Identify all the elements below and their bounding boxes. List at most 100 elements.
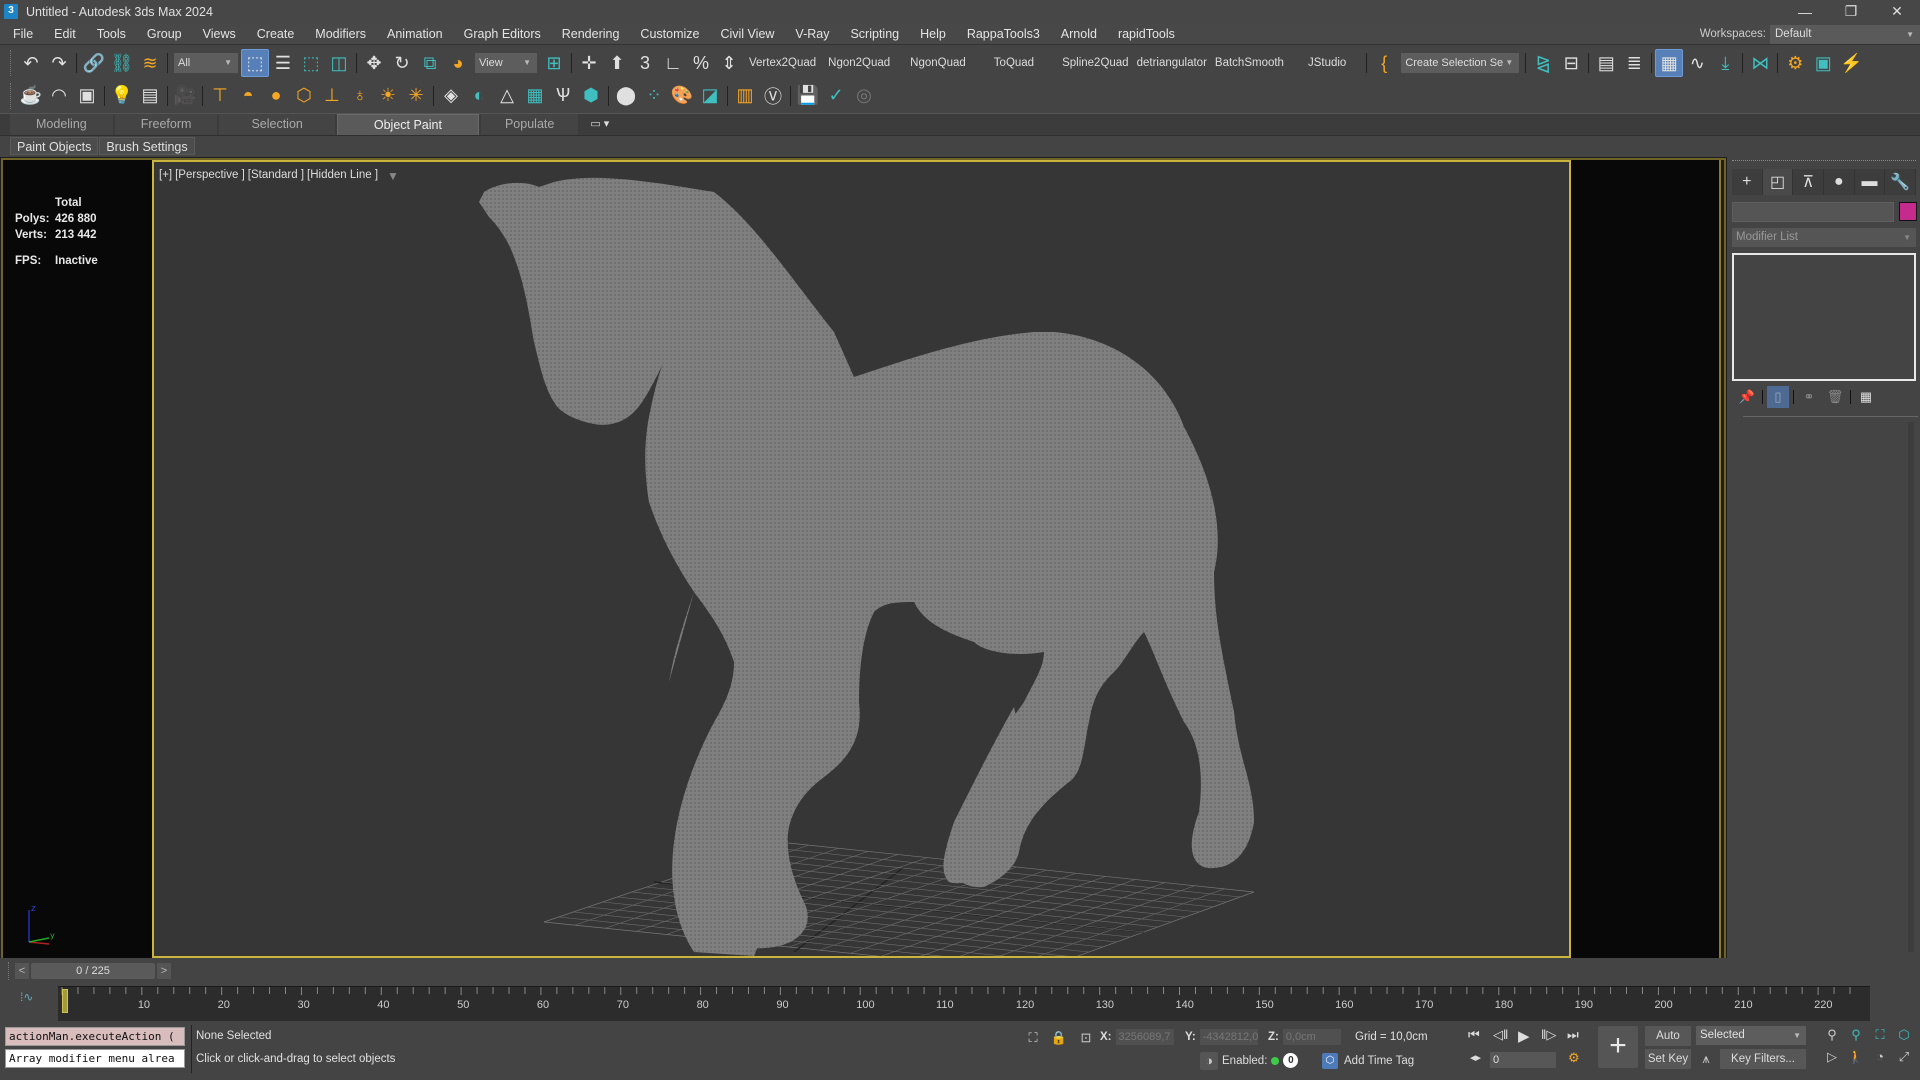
sphere-light-icon[interactable]: ● [262,82,290,110]
maximize-viewport-icon[interactable]: ⤢ [1892,1048,1916,1066]
default-in-out-tangents-icon[interactable]: ⩚ [1697,1050,1715,1068]
toggle-ribbon-icon[interactable]: ▦ [1655,49,1684,77]
key-mode-toggle-icon[interactable]: ◂▸ [1470,1051,1481,1064]
zoom-icon[interactable]: ⚲ [1820,1026,1844,1044]
jstudio-button[interactable]: JStudio [1302,57,1352,69]
vray-sphere-fade-icon[interactable]: ◐ [465,82,493,110]
time-slider[interactable]: 0 / 225 [31,963,155,979]
hierarchy-tab-icon[interactable]: ⊼ [1793,169,1825,195]
vray-plane-icon[interactable]: △ [493,82,521,110]
modifier-stack[interactable] [1732,253,1916,381]
utilities-tab-icon[interactable]: 🔧 [1885,169,1917,195]
dope-sheet-icon[interactable]: ⤓ [1711,49,1739,77]
ngonquad-button[interactable]: NgonQuad [904,57,972,69]
y-coordinate-field[interactable]: -4342812,0 [1199,1029,1258,1045]
isolate-selection-icon[interactable]: ⛶ [1024,1029,1042,1047]
x-coordinate-field[interactable]: 3256089,7 [1115,1029,1174,1045]
filter-icon[interactable]: ▼ [387,169,399,183]
rendered-frame-window-icon[interactable]: ▣ [1809,49,1837,77]
prev-frame-button[interactable]: < [15,963,29,979]
edit-named-selection-icon[interactable]: { [1370,49,1398,77]
zoom-extents-all-icon[interactable]: ⬡ [1892,1026,1916,1044]
ngon2quad-button[interactable]: Ngon2Quad [822,57,896,69]
menu-rapidtools[interactable]: rapidTools [1107,23,1185,45]
absolute-offset-mode-icon[interactable]: ⊡ [1077,1029,1095,1047]
menu-customize[interactable]: Customize [629,23,709,45]
modifier-list-dropdown[interactable]: Modifier List ▼ [1732,228,1916,247]
menu-help[interactable]: Help [909,23,956,45]
close-button[interactable]: ✕ [1874,0,1920,23]
adaptive-degradation-icon[interactable]: ◑ [1200,1052,1218,1070]
tab-freeform[interactable]: Freeform [114,114,218,135]
move-icon[interactable]: ✥ [360,49,388,77]
bind-spacewarp-icon[interactable]: ≋ [136,49,164,77]
snap-3d-icon[interactable]: 3 [631,49,659,77]
menu-create[interactable]: Create [246,23,305,45]
viewport-shading-menu[interactable]: [Standard ] [248,169,304,183]
maxscript-listener-output[interactable]: actionMan.executeAction ( [5,1027,185,1046]
check-icon[interactable]: ✓ [822,82,850,110]
unlink-icon[interactable]: ⛓ [108,49,136,77]
link-icon[interactable]: 🔗 [80,49,108,77]
key-mode-dropdown[interactable]: Selected ▼ [1696,1026,1806,1045]
menu-arnold[interactable]: Arnold [1050,23,1107,45]
ambient-light-icon[interactable]: ✳ [402,82,430,110]
window-crossing-icon[interactable]: ◫ [325,49,353,77]
named-selection-dropdown[interactable]: Create Selection Se ▼ [1401,53,1520,73]
zoom-all-icon[interactable]: ⚲ [1844,1026,1868,1044]
mirror-icon[interactable]: ⧎ [1529,49,1557,77]
spinner-snap-icon[interactable]: ⇕ [715,49,743,77]
minimize-button[interactable]: — [1782,0,1828,23]
set-key-button[interactable]: Set Key [1645,1049,1691,1069]
menu-rappatools3[interactable]: RappaTools3 [956,23,1050,45]
material-palette-icon[interactable]: 🎨 [668,82,696,110]
paint-objects-button[interactable]: Paint Objects [10,136,99,155]
keyboard-shortcut-override-icon[interactable]: ⬆ [603,49,631,77]
zoom-extents-icon[interactable]: ⛶ [1868,1026,1892,1044]
vray-proxy-icon[interactable]: ◈ [437,82,465,110]
maxscript-listener-input[interactable]: Array modifier menu alrea [5,1049,185,1068]
vray-frame-buffer-icon[interactable]: ▥ [731,82,759,110]
vertex2quad-button[interactable]: Vertex2Quad [743,57,822,69]
camera-icon[interactable]: 🎥 [171,82,199,110]
bulb-light-icon[interactable]: ♁ [346,82,374,110]
create-tab-icon[interactable]: + [1732,169,1763,195]
motion-tab-icon[interactable]: ● [1824,169,1855,195]
shapes-icon[interactable]: ◠ [45,82,73,110]
select-object-icon[interactable]: ⬚ [241,49,269,77]
render-production-icon[interactable]: ⚡ [1837,49,1865,77]
configure-modifier-sets-icon[interactable]: ▦ [1855,386,1877,408]
menu-group[interactable]: Group [136,23,192,45]
toquad-button[interactable]: ToQuad [988,57,1040,69]
make-unique-icon[interactable]: ⚭ [1798,386,1820,408]
play-icon[interactable]: ▶ [1518,1027,1530,1045]
workspace-dropdown[interactable]: Default ▼ [1770,24,1920,44]
menu-animation[interactable]: Animation [376,23,453,45]
next-frame-button[interactable]: > [157,963,171,979]
menu-scripting[interactable]: Scripting [839,23,909,45]
go-to-start-icon[interactable]: ⏮ [1468,1027,1480,1043]
undo-icon[interactable]: ↶ [17,49,45,77]
go-to-end-icon[interactable]: ⏭ [1567,1027,1579,1043]
rotate-icon[interactable]: ↻ [388,49,416,77]
render-setup-icon[interactable]: ⚙ [1781,49,1809,77]
angle-snap-icon[interactable]: ∟ [659,49,687,77]
vray-volume-icon[interactable]: ⬢ [577,82,605,110]
select-by-name-icon[interactable]: ☰ [269,49,297,77]
menu-rendering[interactable]: Rendering [551,23,630,45]
panel-gripper[interactable] [1732,160,1916,163]
dome-light-icon[interactable]: ◓ [234,82,262,110]
menu-edit[interactable]: Edit [43,23,86,45]
enabled-count-badge[interactable]: 0 [1283,1053,1299,1068]
orbit-icon[interactable]: ◔ [1868,1048,1892,1066]
restore-button[interactable]: ❐ [1828,0,1874,23]
viewport-general-menu[interactable]: [+] [159,169,172,183]
time-configuration-icon[interactable]: ⚙ [1568,1050,1580,1066]
layer-explorer-icon[interactable]: ≣ [1620,49,1648,77]
set-keys-icon[interactable]: + [1598,1026,1638,1068]
pivot-center-icon[interactable]: ⊞ [540,49,568,77]
perspective-viewport[interactable]: [+] [Perspective ] [Standard ] [Hidden L… [152,160,1571,958]
selection-filter-dropdown[interactable]: All ▼ [174,53,238,73]
menu-views[interactable]: Views [192,23,246,45]
key-filters-button[interactable]: Key Filters... [1720,1049,1806,1069]
